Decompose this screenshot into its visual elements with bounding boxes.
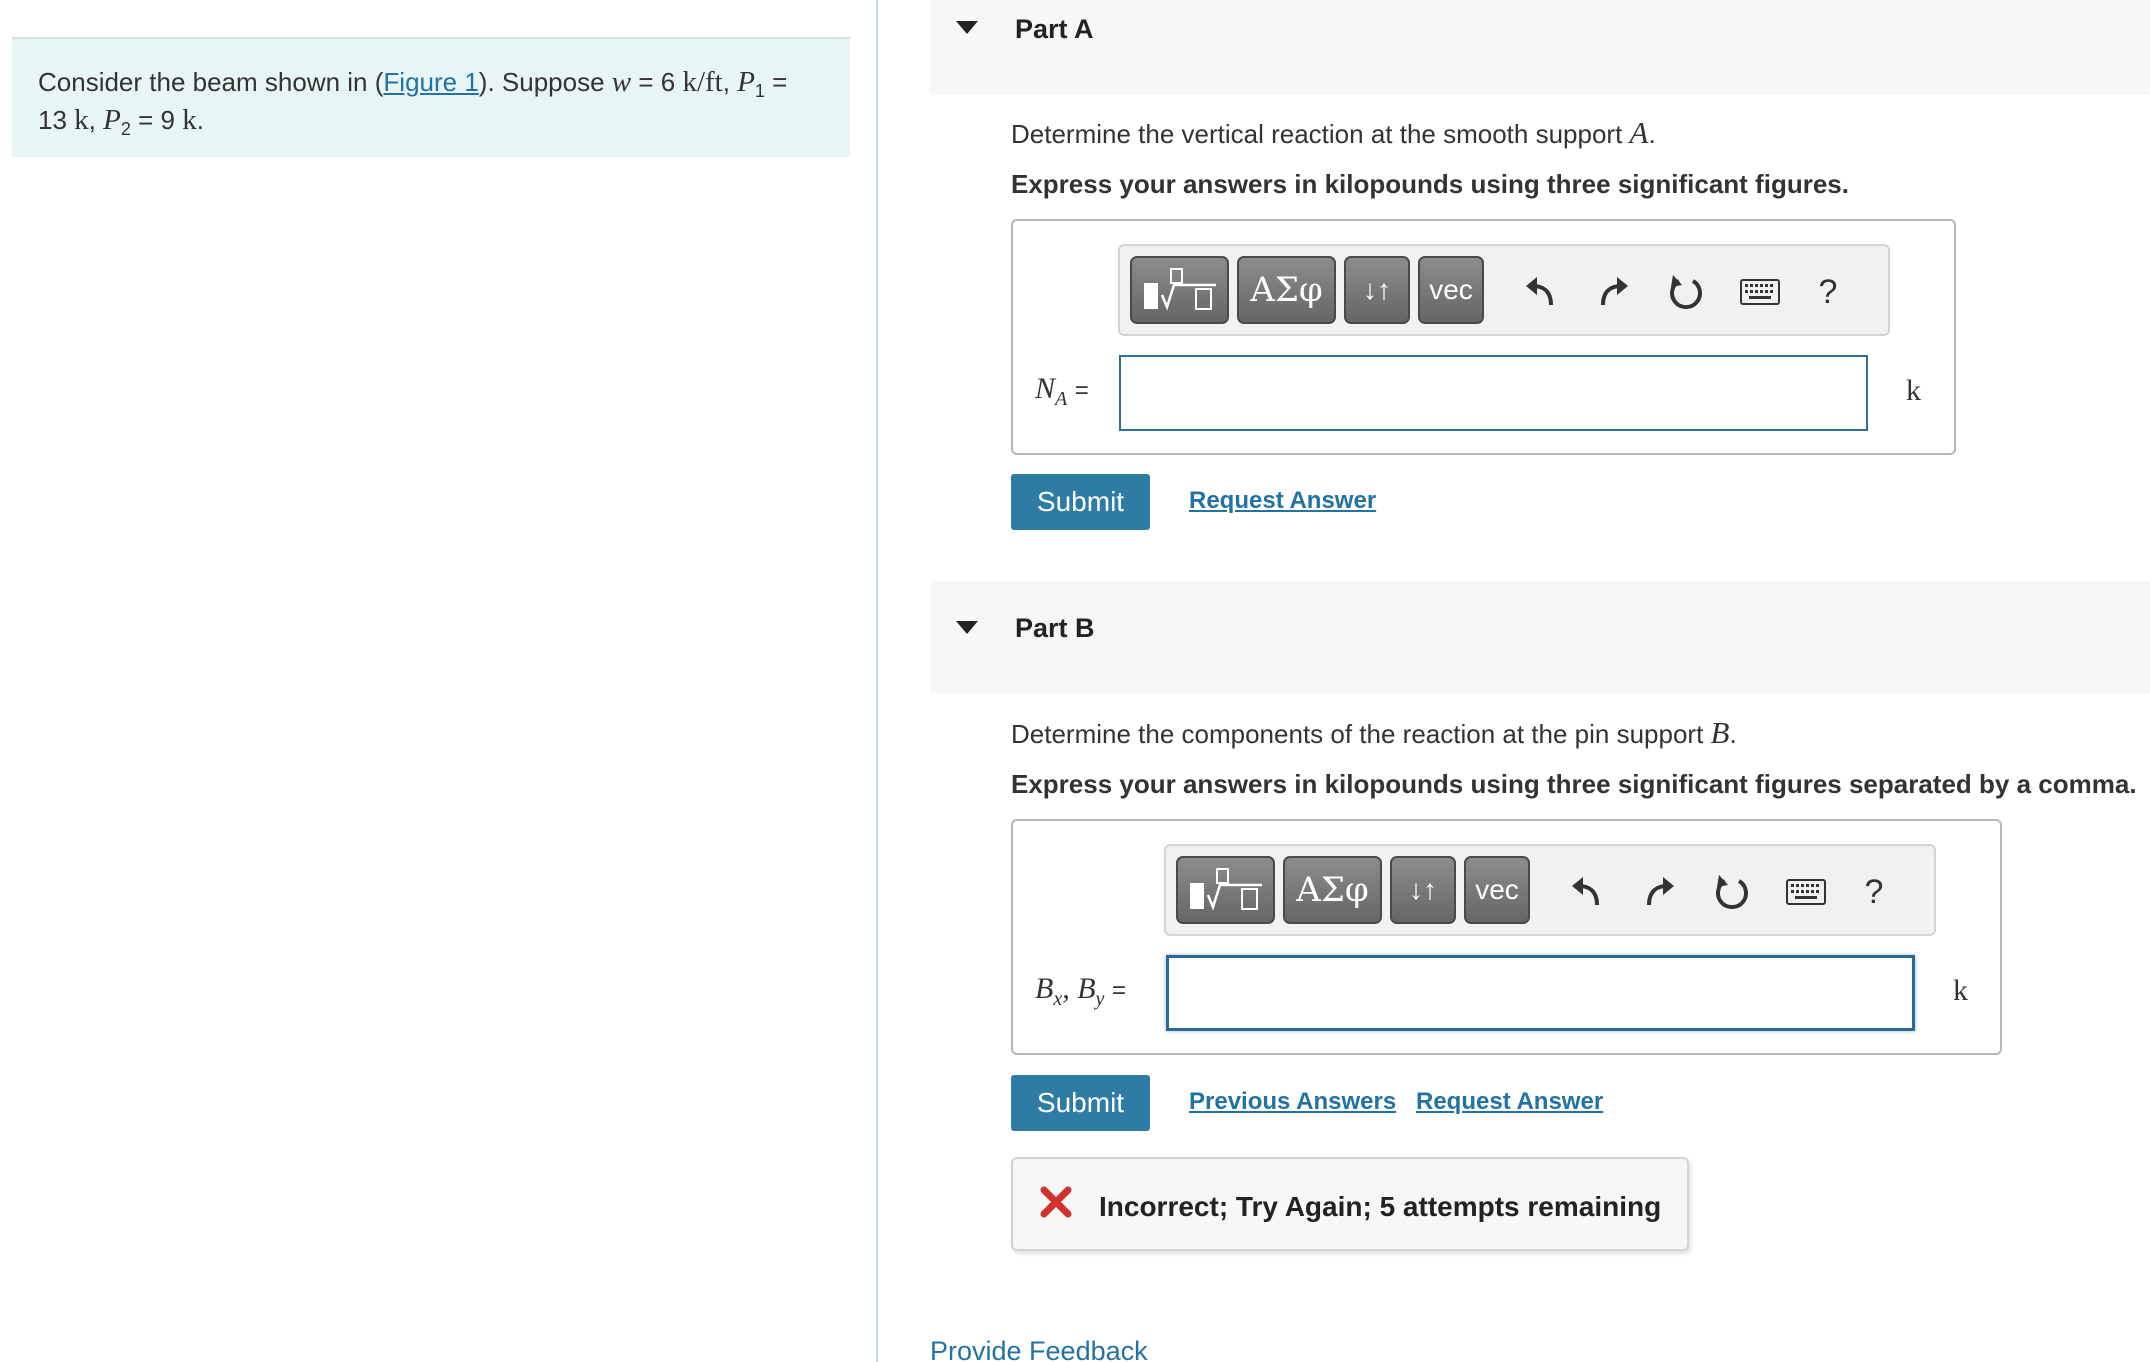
- problem-text-prefix: Consider the beam shown in (: [38, 67, 384, 97]
- support-a-symbol: A: [1629, 115, 1649, 150]
- templates-button[interactable]: [1130, 256, 1229, 324]
- p1-unit: k: [74, 104, 89, 136]
- problem-statement: Consider the beam shown in (Figure 1). S…: [12, 37, 850, 157]
- p1-symbol: P1: [737, 66, 765, 101]
- collapse-caret-icon[interactable]: [956, 21, 978, 34]
- part-b-answer-box: ΑΣφ ↓↑ vec ? Bx, By = k: [1011, 819, 2002, 1055]
- vector-button[interactable]: vec: [1464, 856, 1530, 924]
- greek-symbols-button[interactable]: ΑΣφ: [1237, 256, 1336, 324]
- column-divider: [876, 0, 878, 1362]
- help-icon[interactable]: ?: [1800, 264, 1856, 320]
- p2-unit: k: [182, 104, 197, 136]
- part-b-request-answer-link[interactable]: Request Answer: [1416, 1088, 1603, 1116]
- collapse-caret-icon[interactable]: [956, 621, 978, 634]
- part-a-header[interactable]: Part A: [930, 0, 2150, 95]
- reset-icon[interactable]: [1704, 864, 1760, 920]
- reset-icon[interactable]: [1658, 264, 1714, 320]
- part-a-request-answer-link[interactable]: Request Answer: [1189, 487, 1376, 515]
- vector-button[interactable]: vec: [1418, 256, 1484, 324]
- support-b-symbol: B: [1710, 715, 1730, 750]
- part-a-answer-label: NA =: [1035, 372, 1089, 410]
- problem-column: Consider the beam shown in (Figure 1). S…: [0, 0, 876, 1362]
- previous-answers-link[interactable]: Previous Answers: [1189, 1088, 1396, 1116]
- keyboard-icon[interactable]: [1732, 264, 1788, 320]
- undo-icon[interactable]: [1512, 264, 1568, 320]
- problem-text-suppose: ). Suppose: [478, 67, 612, 97]
- help-icon[interactable]: ?: [1846, 864, 1902, 920]
- redo-icon[interactable]: [1586, 264, 1642, 320]
- part-a-answer-box: ΑΣφ ↓↑ vec ? NA = k: [1011, 219, 1956, 455]
- part-b-answer-input[interactable]: [1166, 955, 1915, 1031]
- part-a-instruction: Express your answers in kilopounds using…: [1011, 169, 1849, 199]
- w-symbol: w: [611, 66, 632, 98]
- undo-icon[interactable]: [1558, 864, 1614, 920]
- part-b-answer-label: Bx, By =: [1035, 972, 1126, 1010]
- part-b-submit-button[interactable]: Submit: [1011, 1075, 1150, 1131]
- p1-value: 13: [38, 105, 67, 135]
- w-unit: k/ft: [682, 66, 723, 98]
- provide-feedback-link[interactable]: Provide Feedback: [930, 1336, 1148, 1362]
- sqrt-template-icon: [1189, 868, 1262, 911]
- subscript-superscript-button[interactable]: ↓↑: [1344, 256, 1410, 324]
- part-a-submit-button[interactable]: Submit: [1011, 474, 1150, 530]
- part-a-unit: k: [1906, 374, 1921, 407]
- templates-button[interactable]: [1176, 856, 1275, 924]
- figure-link[interactable]: Figure 1: [383, 67, 478, 97]
- incorrect-feedback: Incorrect; Try Again; 5 attempts remaini…: [1011, 1157, 1689, 1251]
- part-b-title: Part B: [1015, 613, 1095, 643]
- keyboard-icon[interactable]: [1778, 864, 1834, 920]
- part-a-title: Part A: [1015, 14, 1094, 44]
- w-value: 6: [660, 67, 676, 97]
- part-a-question: Determine the vertical reaction at the s…: [1011, 115, 1656, 150]
- part-b-math-toolbar: ΑΣφ ↓↑ vec ?: [1164, 844, 1936, 936]
- part-a-math-toolbar: ΑΣφ ↓↑ vec ?: [1118, 244, 1890, 336]
- feedback-message: Incorrect; Try Again; 5 attempts remaini…: [1099, 1191, 1662, 1222]
- part-b-question: Determine the components of the reaction…: [1011, 715, 1737, 750]
- p2-symbol: P2: [103, 104, 131, 139]
- redo-icon[interactable]: [1632, 864, 1688, 920]
- sqrt-template-icon: [1143, 268, 1216, 311]
- greek-symbols-button[interactable]: ΑΣφ: [1283, 856, 1382, 924]
- part-b-unit: k: [1953, 974, 1968, 1007]
- part-b-instruction: Express your answers in kilopounds using…: [1011, 769, 2137, 799]
- error-x-icon: [1040, 1186, 1072, 1218]
- part-a-answer-input[interactable]: [1119, 355, 1868, 431]
- subscript-superscript-button[interactable]: ↓↑: [1390, 856, 1456, 924]
- part-b-header[interactable]: Part B: [930, 581, 2150, 693]
- p2-value: 9: [160, 105, 175, 135]
